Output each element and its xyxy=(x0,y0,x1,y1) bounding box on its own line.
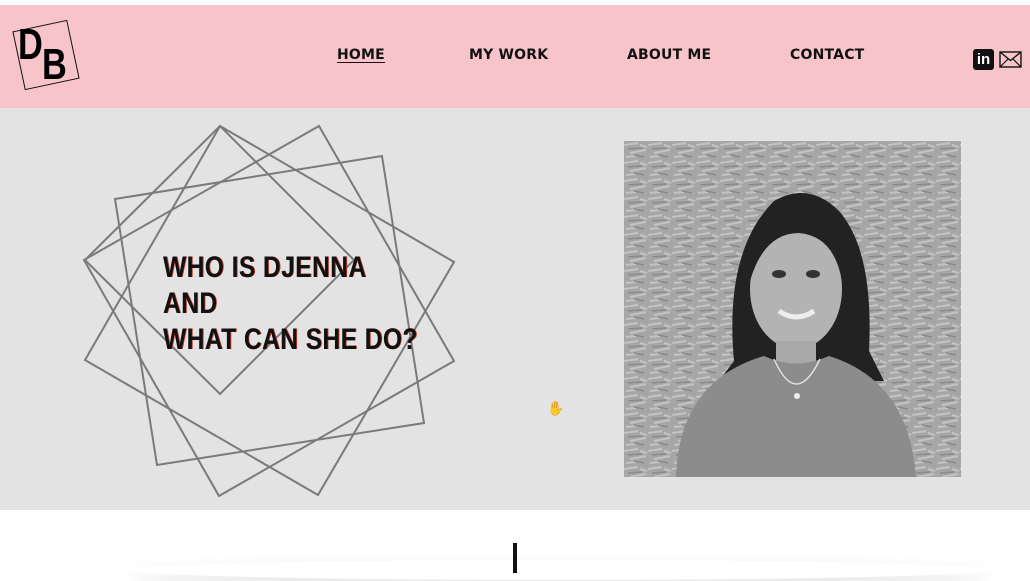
linkedin-icon[interactable]: in xyxy=(973,49,994,70)
site-logo[interactable]: D B xyxy=(12,17,80,93)
logo-letter-b: B xyxy=(42,40,67,89)
text-cursor-bar xyxy=(513,543,517,573)
section-shadow xyxy=(130,560,990,580)
nav-my-work[interactable]: MY WORK xyxy=(469,47,548,63)
mail-icon[interactable] xyxy=(999,49,1022,70)
site-header: D B HOME MY WORK ABOUT ME CONTACT in xyxy=(0,5,1030,108)
portrait-photo xyxy=(624,141,961,477)
headline-line-2: AND xyxy=(163,287,218,320)
hero-headline: WHO IS DJENNA AND WHAT CAN SHE DO? xyxy=(163,250,418,358)
next-section xyxy=(0,510,1030,581)
nav-contact[interactable]: CONTACT xyxy=(790,47,864,63)
nav-home[interactable]: HOME xyxy=(337,47,385,63)
headline-line-1: WHO IS DJENNA xyxy=(163,251,367,284)
nav-about-me[interactable]: ABOUT ME xyxy=(627,47,711,63)
headline-line-3: WHAT CAN SHE DO? xyxy=(163,323,418,356)
hand-cursor-icon: ✋ xyxy=(547,400,565,416)
logo-letter-d: D xyxy=(18,20,43,69)
hero-section: WHO IS DJENNA AND WHAT CAN SHE DO? ✋ xyxy=(0,108,1030,510)
